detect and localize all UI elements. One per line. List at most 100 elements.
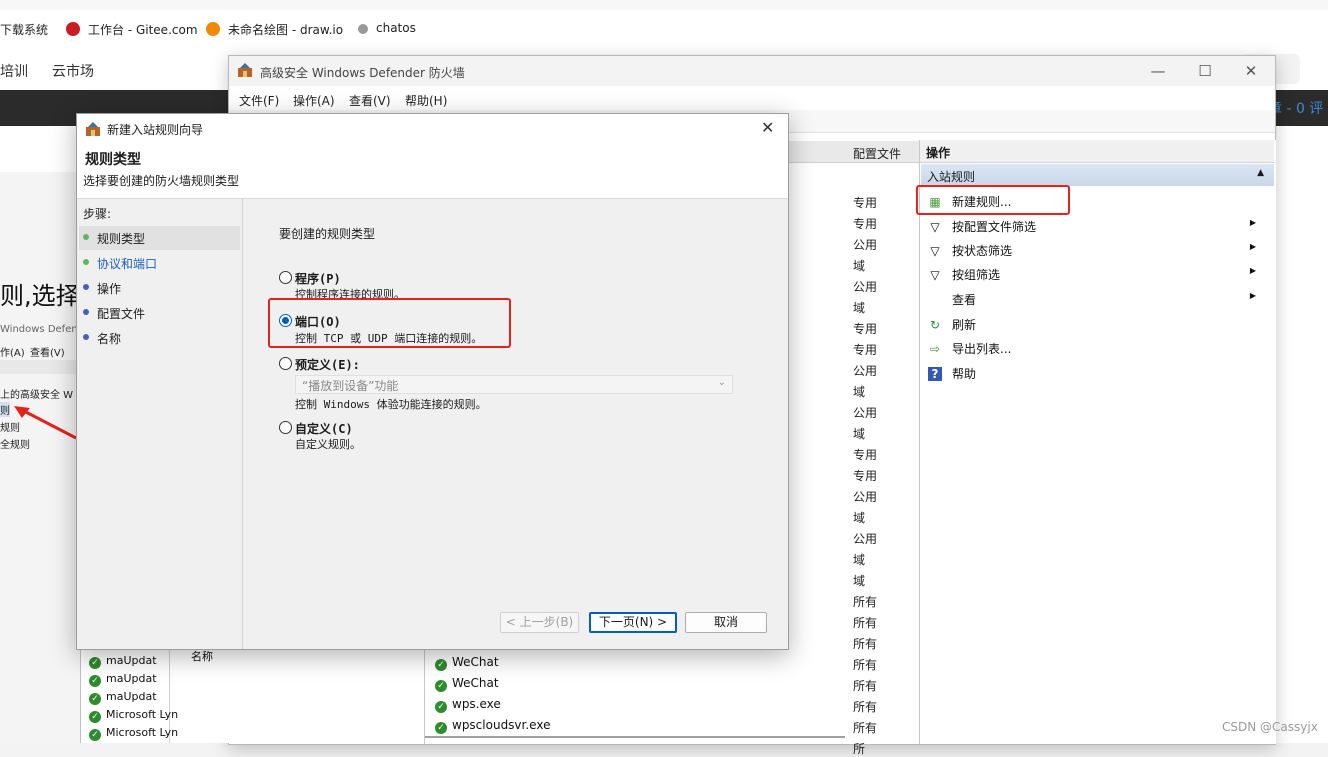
option-predefined-label[interactable]: 预定义(E):	[295, 356, 360, 373]
profile-cell: 公用	[853, 364, 878, 378]
action-view[interactable]: 查看 ▶	[928, 291, 1268, 308]
profile-cell: 域	[853, 301, 866, 315]
predefined-select[interactable]: “播放到设备”功能 ⌄	[295, 375, 733, 394]
enabled-check-icon: ✓	[89, 729, 101, 741]
profile-cell: 公用	[853, 406, 878, 420]
snippet-tree-root: 上的高级安全 W	[0, 390, 74, 401]
wizard-header-subtitle: 选择要创建的防火墙规则类型	[83, 174, 240, 188]
help-icon: ?	[928, 367, 942, 381]
step-rule-type[interactable]: 规则类型	[83, 230, 145, 247]
action-help[interactable]: ? 帮助	[928, 365, 976, 382]
firewall-title: 高级安全 Windows Defender 防火墙	[260, 66, 465, 80]
profile-cell: 公用	[853, 490, 878, 504]
action-filter-state[interactable]: ▽ 按状态筛选 ▶	[928, 242, 1268, 259]
column-profile[interactable]: 配置文件	[853, 145, 901, 162]
nav-training[interactable]: 培训	[0, 61, 28, 81]
background-window-fragment: ✓ maUpdat ✓ maUpdat ✓ maUpdat ✓ Microsoft Ly…	[80, 646, 231, 743]
page-heading: 则,选择	[0, 282, 80, 310]
back-button[interactable]: < 上一步(B)	[500, 612, 579, 633]
action-filter-group[interactable]: ▽ 按组筛选 ▶	[928, 266, 1268, 283]
option-custom-label[interactable]: 自定义(C)	[295, 420, 353, 437]
submenu-arrow-icon: ▶	[1249, 291, 1256, 300]
rule-row[interactable]: ✓ wpscloudsvr.exe	[435, 718, 550, 734]
bookmark-gitee[interactable]: 工作台 - Gitee.com	[66, 21, 198, 38]
wizard-titlebar: 新建入站规则向导 ✕	[77, 114, 788, 144]
bookmark-download[interactable]: 下载系统	[0, 21, 48, 38]
enabled-check-icon: ✓	[435, 659, 447, 671]
cancel-button[interactable]: 取消	[685, 612, 767, 633]
snippet-tree-inbound: 则	[0, 402, 10, 417]
enabled-check-icon: ✓	[89, 657, 101, 669]
step-protocol-ports[interactable]: 协议和端口	[83, 255, 157, 272]
wizard-close-button[interactable]: ✕	[761, 118, 774, 137]
radio-custom[interactable]	[279, 421, 292, 434]
new-inbound-rule-wizard: 新建入站规则向导 ✕ 规则类型 选择要创建的防火墙规则类型 步骤: 规则类型 协…	[76, 113, 789, 650]
profile-cell: 所有	[853, 700, 878, 714]
rule-row[interactable]: ✓ WeChat	[435, 655, 499, 671]
actions-header-label: 操作	[926, 146, 951, 160]
step-name[interactable]: 名称	[83, 330, 121, 347]
profile-cell: 专用	[853, 196, 878, 210]
profile-cell: 所有	[853, 721, 878, 735]
profile-cell: 所有	[853, 679, 878, 693]
minimize-button[interactable]: —	[1135, 60, 1181, 82]
menu-file[interactable]: 文件(F)	[239, 92, 279, 109]
chevron-down-icon: ⌄	[717, 377, 726, 388]
export-icon: ⇨	[929, 342, 941, 356]
action-filter-profile[interactable]: ▽ 按配置文件筛选 ▶	[928, 218, 1268, 235]
steps-label: 步骤:	[83, 207, 112, 221]
fragment-rule: ✓ Microsoft Lyn	[89, 708, 178, 723]
actions-header: 操作	[920, 140, 1274, 163]
actions-section-inbound[interactable]: 入站规则 ▲	[921, 164, 1274, 186]
radio-program[interactable]	[279, 271, 292, 284]
menu-action[interactable]: 操作(A)	[293, 92, 335, 109]
enabled-check-icon: ✓	[435, 701, 447, 713]
profile-cell: 所有	[853, 595, 878, 609]
profile-cell: 域	[853, 385, 866, 399]
submenu-arrow-icon: ▶	[1249, 218, 1256, 227]
refresh-icon: ↻	[929, 318, 941, 332]
action-export[interactable]: ⇨ 导出列表...	[928, 340, 1011, 357]
maximize-button[interactable]: ☐	[1182, 60, 1228, 82]
rule-row[interactable]: ✓ WeChat	[435, 676, 499, 692]
bookmark-chatos[interactable]: chatos	[358, 21, 416, 35]
list-divider	[425, 736, 845, 738]
rule-row[interactable]: ✓ wps.exe	[435, 697, 501, 713]
radio-predefined[interactable]	[279, 357, 292, 370]
profile-cell: 公用	[853, 238, 878, 252]
snippet-title: Windows Defend	[0, 324, 85, 335]
profile-cell: 域	[853, 553, 866, 567]
action-refresh[interactable]: ↻ 刷新	[928, 316, 976, 333]
profile-cell: 域	[853, 574, 866, 588]
submenu-arrow-icon: ▶	[1249, 266, 1256, 275]
wizard-title: 新建入站规则向导	[107, 123, 204, 137]
profile-cell: 专用	[853, 343, 878, 357]
submenu-arrow-icon: ▶	[1249, 242, 1256, 251]
fragment-rule: ✓maUpdat	[89, 690, 157, 705]
rule-type-prompt: 要创建的规则类型	[279, 227, 376, 241]
close-button[interactable]: ✕	[1228, 60, 1274, 82]
option-custom-desc: 自定义规则。	[295, 438, 361, 451]
profile-cell: 所有	[853, 658, 878, 672]
nav-cloud-market[interactable]: 云市场	[52, 61, 94, 81]
step-profile[interactable]: 配置文件	[83, 305, 145, 322]
next-button[interactable]: 下一页(N) >	[589, 612, 677, 633]
option-program-label[interactable]: 程序(P)	[295, 270, 341, 287]
menu-view[interactable]: 查看(V)	[349, 92, 391, 109]
bookmark-drawio[interactable]: 未命名绘图 - draw.io	[206, 21, 343, 38]
menu-help[interactable]: 帮助(H)	[405, 92, 447, 109]
watermark: CSDN @Cassyjx	[1222, 720, 1318, 734]
gitee-icon	[66, 22, 80, 36]
predefined-select-value: “播放到设备”功能	[302, 379, 399, 393]
option-predefined-desc: 控制 Windows 体验功能连接的规则。	[295, 398, 487, 411]
wizard-header-title: 规则类型	[85, 152, 141, 168]
collapse-icon[interactable]: ▲	[1257, 168, 1264, 178]
wizard-content: 要创建的规则类型 程序(P) 控制程序连接的规则。 端口(O) 控制 TCP 或…	[243, 199, 788, 649]
red-box-annotation	[916, 185, 1070, 215]
step-dot-icon	[83, 309, 89, 315]
step-action[interactable]: 操作	[83, 280, 121, 297]
profile-cell: 所有	[853, 616, 878, 630]
step-dot-icon	[83, 284, 89, 290]
snippet-menu-view: 查看(V)	[30, 348, 65, 359]
step-dot-icon	[83, 234, 89, 240]
